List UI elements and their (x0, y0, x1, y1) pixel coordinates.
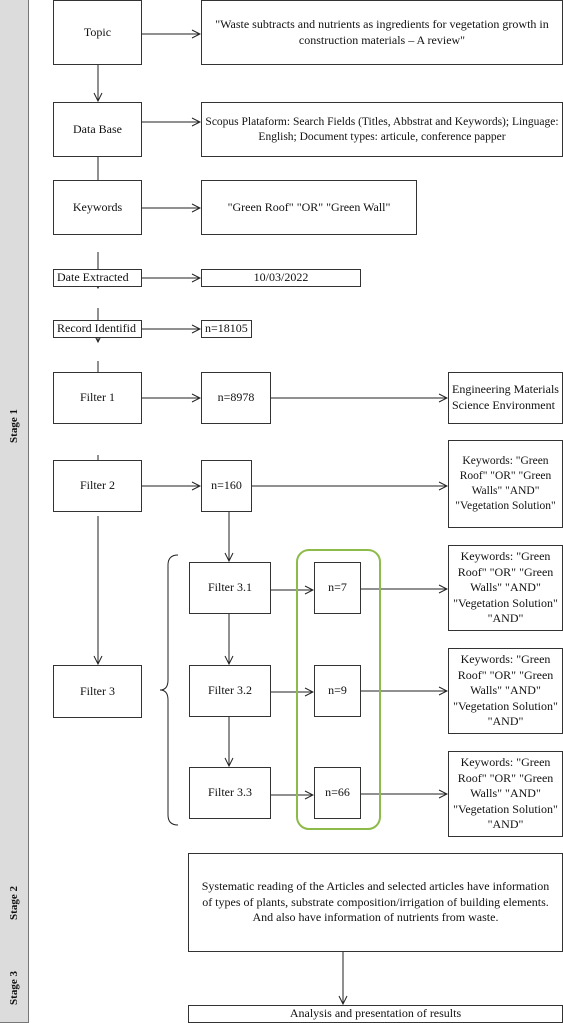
brace-bracket (159, 554, 179, 826)
record-identified-box: Record Identifid (53, 320, 142, 338)
filter-3-3-box: Filter 3.3 (189, 767, 271, 819)
stage-2-reading-box: Systematic reading of the Articles and s… (188, 853, 563, 952)
filter-3-1-criteria-box: Keywords: "Green Roof" "OR" "Green Walls… (448, 545, 563, 631)
database-value-box: Scopus Plataform: Search Fields (Titles,… (201, 102, 563, 157)
topic-value-box: "Waste subtracts and nutrients as ingred… (201, 0, 563, 65)
filter-3-box: Filter 3 (53, 665, 142, 718)
filter-3-2-criteria-box: Keywords: "Green Roof" "OR" "Green Walls… (448, 648, 563, 734)
filter-3-1-count-box: n=7 (314, 562, 361, 614)
filter-3-3-count-box: n=66 (314, 767, 361, 819)
record-count-box: n=18105 (201, 320, 252, 338)
stage-3-results-box: Analysis and presentation of results (188, 1005, 563, 1023)
filter-1-count-box: n=8978 (201, 372, 271, 424)
filter-1-box: Filter 1 (53, 372, 142, 424)
database-box: Data Base (53, 102, 142, 157)
date-extracted-box: Date Extracted (53, 269, 142, 287)
topic-box: Topic (53, 0, 142, 65)
date-value-box: 10/03/2022 (201, 269, 361, 287)
keywords-box: Keywords (53, 180, 142, 235)
filter-3-3-criteria-box: Keywords: "Green Roof" "OR" "Green Walls… (448, 751, 563, 837)
filter-2-criteria-box: Keywords: "Green Roof" "OR" "Green Walls… (448, 440, 563, 528)
filter-3-2-count-box: n=9 (314, 665, 361, 717)
keywords-value-box: "Green Roof" "OR" "Green Wall" (201, 180, 417, 235)
filter-2-count-box: n=160 (201, 460, 252, 512)
filter-3-1-box: Filter 3.1 (189, 562, 271, 614)
filter-3-2-box: Filter 3.2 (189, 665, 271, 717)
filter-2-box: Filter 2 (53, 460, 142, 512)
filter-1-criteria-box: Engineering Materials Science Environmen… (448, 372, 563, 424)
